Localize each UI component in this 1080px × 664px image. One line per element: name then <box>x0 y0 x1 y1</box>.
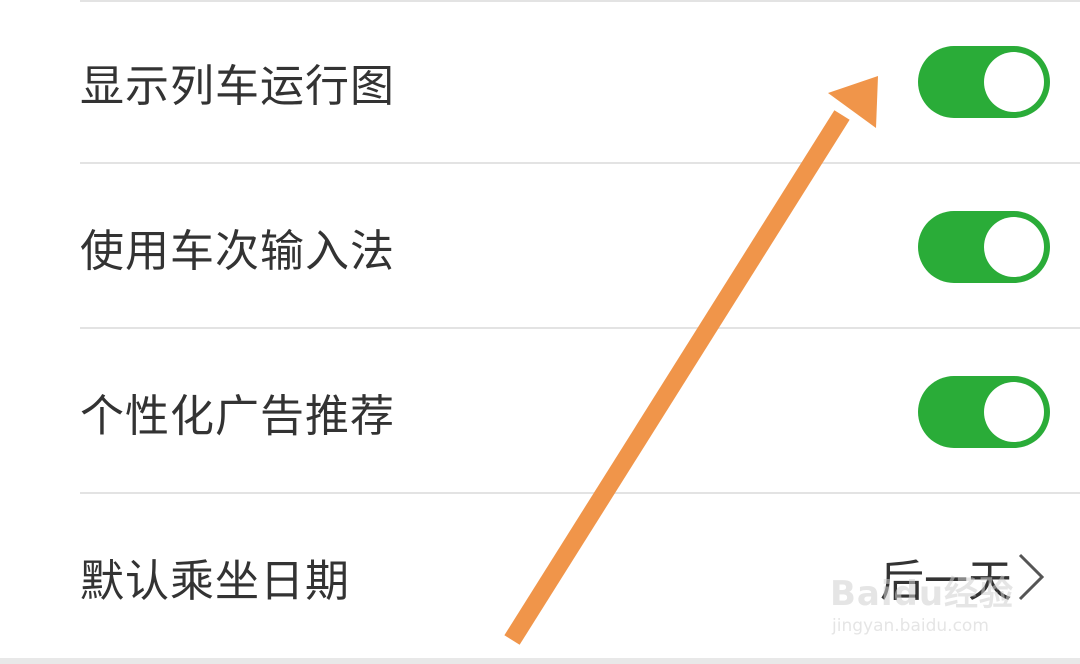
toggle-knob <box>984 217 1044 277</box>
train-input-toggle[interactable] <box>918 211 1050 283</box>
row-divider <box>80 492 1080 494</box>
setting-label-default-date: 默认乘坐日期 <box>80 556 350 607</box>
watermark-brand: Baidu经验 <box>830 574 1015 614</box>
train-diagram-toggle[interactable] <box>918 46 1050 118</box>
personalized-ads-toggle[interactable] <box>918 376 1050 448</box>
row-divider <box>80 327 1080 329</box>
setting-label-train-diagram: 显示列车运行图 <box>80 61 395 112</box>
setting-label-personalized-ads: 个性化广告推荐 <box>80 391 395 442</box>
setting-row-train-diagram[interactable]: 显示列车运行图 <box>0 0 1080 164</box>
toggle-knob <box>984 52 1044 112</box>
setting-row-personalized-ads[interactable]: 个性化广告推荐 <box>0 330 1080 494</box>
toggle-knob <box>984 382 1044 442</box>
setting-label-train-input: 使用车次输入法 <box>80 226 395 277</box>
settings-screen: 显示列车运行图 使用车次输入法 个性化广告推荐 默认乘坐日期 后一天 Baidu… <box>0 0 1080 664</box>
watermark-url: jingyan.baidu.com <box>832 616 989 636</box>
bottom-edge <box>0 658 1080 664</box>
baidu-watermark: Baidu经验 jingyan.baidu.com <box>830 548 1030 648</box>
row-divider <box>80 162 1080 164</box>
setting-row-train-input[interactable]: 使用车次输入法 <box>0 165 1080 329</box>
